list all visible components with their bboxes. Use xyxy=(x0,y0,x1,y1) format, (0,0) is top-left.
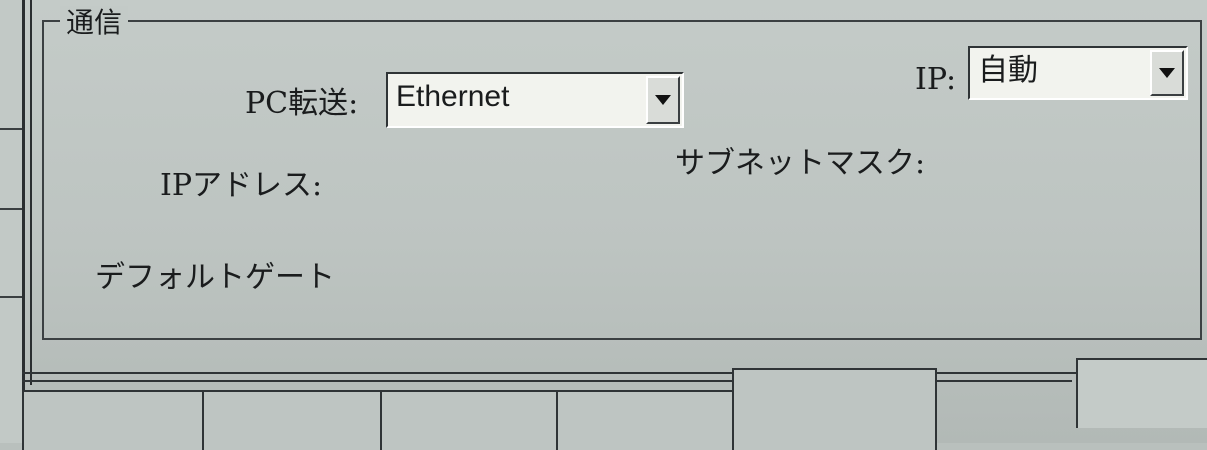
bottom-button-2[interactable] xyxy=(202,390,382,450)
ip-mode-dropdown-button[interactable] xyxy=(1150,50,1184,96)
frame-line xyxy=(22,372,1207,374)
ip-mode-select[interactable]: 自動 xyxy=(968,46,1188,100)
chevron-down-icon xyxy=(1159,68,1175,78)
settings-screen: 通信 PC転送: Ethernet IP: 自動 IPアドレス: サブネットマス… xyxy=(0,0,1207,450)
bottom-button-4[interactable] xyxy=(556,390,734,450)
window-border xyxy=(30,0,32,385)
default-gateway-label: デフォルトゲート xyxy=(95,260,335,295)
bottom-button-3[interactable] xyxy=(380,390,558,450)
ip-mode-value: 自動 xyxy=(978,54,1038,87)
window-border xyxy=(22,0,25,390)
left-panel-edge xyxy=(0,0,23,443)
bottom-button-1[interactable] xyxy=(22,390,204,450)
chevron-down-icon xyxy=(655,95,671,105)
pc-transfer-select[interactable]: Ethernet xyxy=(386,72,684,128)
bottom-button-5[interactable] xyxy=(732,368,937,450)
left-divider xyxy=(0,296,22,298)
left-divider xyxy=(0,128,22,130)
pc-transfer-dropdown-button[interactable] xyxy=(646,76,680,124)
left-divider xyxy=(0,208,22,210)
bottom-button-bar xyxy=(22,368,1207,450)
pc-transfer-value: Ethernet xyxy=(396,80,510,113)
subnet-mask-label: サブネットマスク: xyxy=(675,146,926,181)
ip-label: IP: xyxy=(915,62,957,97)
ip-address-label: IPアドレス: xyxy=(160,168,323,203)
bottom-button-6[interactable] xyxy=(1076,358,1207,428)
pc-transfer-label: PC転送: xyxy=(245,86,359,121)
group-title: 通信 xyxy=(60,6,129,40)
